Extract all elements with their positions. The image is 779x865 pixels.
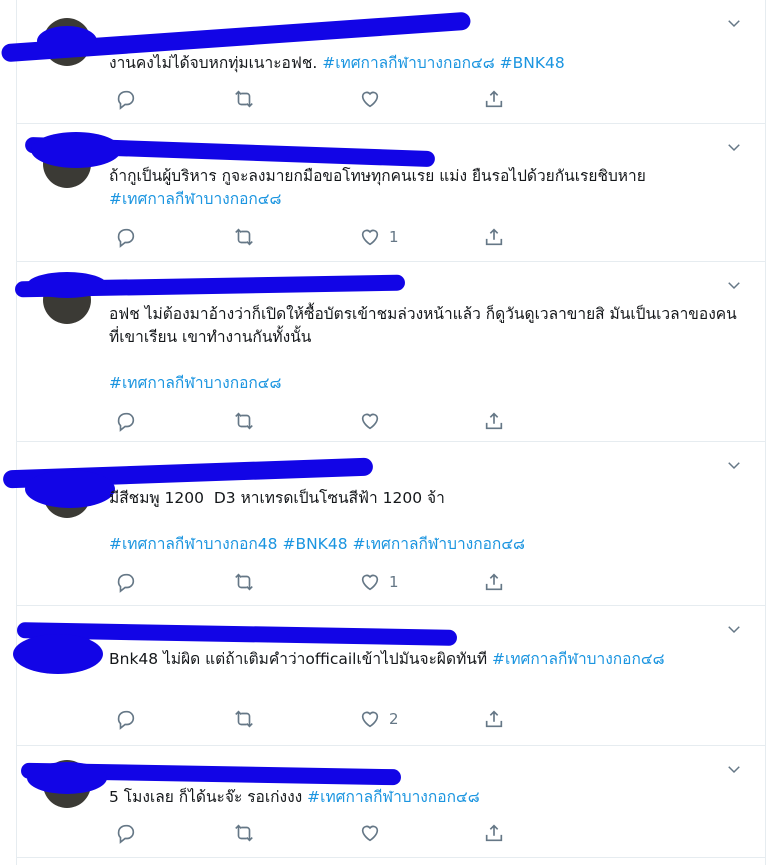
retweet-icon [235, 573, 253, 591]
more-options-button[interactable] [725, 276, 747, 298]
share-button[interactable] [483, 820, 505, 846]
like-button[interactable] [359, 408, 389, 434]
hashtag-link[interactable]: #เทศกาลกีฬาบางกอก๔๘ [307, 788, 480, 806]
hashtag-link[interactable]: #เทศกาลกีฬาบางกอก๔๘ [109, 190, 282, 208]
redaction-mark [27, 762, 107, 794]
retweet-button[interactable] [233, 408, 263, 434]
redaction-mark [37, 26, 97, 56]
reply-button[interactable] [115, 408, 145, 434]
reply-button[interactable] [115, 86, 145, 112]
more-options-button[interactable] [725, 620, 747, 642]
like-button[interactable] [359, 86, 389, 112]
reply-icon [117, 824, 135, 844]
chevron-down-icon [728, 20, 740, 28]
share-icon [485, 412, 503, 430]
share-icon [485, 228, 503, 246]
tweet-text: งานคงไม่ได้จบหกทุ่มเนาะอฟช. #เทศกาลกีฬาบ… [109, 54, 565, 72]
tweet-actions: 1 [109, 224, 549, 250]
retweet-icon [235, 710, 253, 728]
tweet[interactable]: อฟช ไม่ต้องมาอ้างว่าก็เปิดให้ซื้อบัตรเข้… [14, 262, 765, 442]
more-options-button[interactable] [725, 760, 747, 782]
chevron-down-icon [728, 144, 740, 152]
more-options-button[interactable] [725, 456, 747, 478]
tweet-text: ถ้ากูเป็นผู้บริหาร กูจะลงมายกมือขอโทษทุก… [109, 167, 646, 208]
tweet-text: 5 โมงเลย ก็ได้นะจ๊ะ รอเก่งงง #เทศกาลกีฬา… [109, 788, 480, 806]
chevron-down-icon [728, 282, 740, 290]
share-icon [485, 90, 503, 108]
hashtag-link[interactable]: #BNK48 [500, 54, 565, 72]
share-icon [485, 710, 503, 728]
like-button[interactable]: 2 [359, 706, 399, 732]
like-button[interactable]: 1 [359, 224, 399, 250]
share-icon [485, 824, 503, 842]
share-button[interactable] [483, 224, 505, 250]
like-button[interactable] [359, 820, 389, 846]
heart-icon [361, 91, 379, 108]
reply-button[interactable] [115, 706, 145, 732]
tweet-actions: 2 [109, 706, 549, 732]
heart-icon [361, 711, 379, 728]
tweet-actions [109, 408, 549, 434]
retweet-button[interactable] [233, 820, 263, 846]
share-icon [485, 573, 503, 591]
tweet-actions [109, 86, 549, 112]
share-button[interactable] [483, 86, 505, 112]
tweet-text: Bnk48 ไม่ผิด แต่ถ้าเติมคำว่าofficailเข้า… [109, 650, 665, 668]
tweet-actions: 1 [109, 569, 549, 595]
tweet[interactable]: 5 โมงเลย ก็ได้นะจ๊ะ รอเก่งงง #เทศกาลกีฬา… [17, 746, 765, 858]
reply-button[interactable] [115, 224, 145, 250]
retweet-button[interactable] [233, 224, 263, 250]
heart-icon [361, 413, 379, 430]
more-options-button[interactable] [725, 14, 747, 36]
retweet-icon [235, 412, 253, 430]
reply-icon [117, 710, 135, 730]
hashtag-link[interactable]: #เทศกาลกีฬาบางกอก๔๘ [109, 374, 282, 392]
retweet-button[interactable] [233, 569, 263, 595]
tweet[interactable]: งานคงไม่ได้จบหกทุ่มเนาะอฟช. #เทศกาลกีฬาบ… [0, 0, 765, 124]
share-button[interactable] [483, 569, 505, 595]
like-count: 1 [389, 228, 399, 246]
tweet-actions [109, 820, 549, 846]
hashtag-link[interactable]: #เทศกาลกีฬาบางกอก๔๘ [353, 535, 526, 553]
retweet-button[interactable] [233, 86, 263, 112]
reply-button[interactable] [115, 820, 145, 846]
hashtag-link[interactable]: #เทศกาลกีฬาบางกอก๔๘ [322, 54, 495, 72]
tweet[interactable]: Bnk48 ไม่ผิด แต่ถ้าเติมคำว่าofficailเข้า… [13, 606, 765, 746]
retweet-icon [235, 824, 253, 842]
heart-icon [361, 825, 379, 842]
tweet[interactable]: ถ้ากูเป็นผู้บริหาร กูจะลงมายกมือขอโทษทุก… [17, 124, 765, 262]
heart-icon [361, 574, 379, 591]
redaction-mark [25, 470, 115, 508]
share-button[interactable] [483, 408, 505, 434]
more-options-button[interactable] [725, 138, 747, 160]
retweet-button[interactable] [233, 706, 263, 732]
reply-button[interactable] [115, 569, 145, 595]
like-count: 1 [389, 573, 399, 591]
hashtag-link[interactable]: #BNK48 [282, 535, 347, 553]
like-button[interactable]: 1 [359, 569, 399, 595]
share-button[interactable] [483, 706, 505, 732]
reply-icon [117, 412, 135, 432]
redaction-mark [13, 634, 103, 674]
reply-icon [117, 90, 135, 110]
redaction-mark [31, 132, 121, 168]
tweet-text: มีสีชมพู 1200 D3 หาเทรดเป็นโซนสีฟ้า 1200… [109, 489, 526, 553]
retweet-icon [235, 90, 253, 108]
reply-icon [117, 228, 135, 248]
hashtag-link[interactable]: #เทศกาลกีฬาบางกอก48 [109, 535, 278, 553]
timeline: งานคงไม่ได้จบหกทุ่มเนาะอฟช. #เทศกาลกีฬาบ… [0, 0, 766, 865]
chevron-down-icon [728, 462, 740, 470]
hashtag-link[interactable]: #เทศกาลกีฬาบางกอก๔๘ [492, 650, 665, 668]
like-count: 2 [389, 710, 399, 728]
chevron-down-icon [728, 626, 740, 634]
chevron-down-icon [728, 766, 740, 774]
tweet-text: อฟช ไม่ต้องมาอ้างว่าก็เปิดให้ซื้อบัตรเข้… [109, 305, 737, 392]
heart-icon [361, 229, 379, 246]
redaction-mark [27, 272, 107, 298]
retweet-icon [235, 228, 253, 246]
tweet[interactable]: มีสีชมพู 1200 D3 หาเทรดเป็นโซนสีฟ้า 1200… [2, 442, 765, 606]
reply-icon [117, 573, 135, 593]
